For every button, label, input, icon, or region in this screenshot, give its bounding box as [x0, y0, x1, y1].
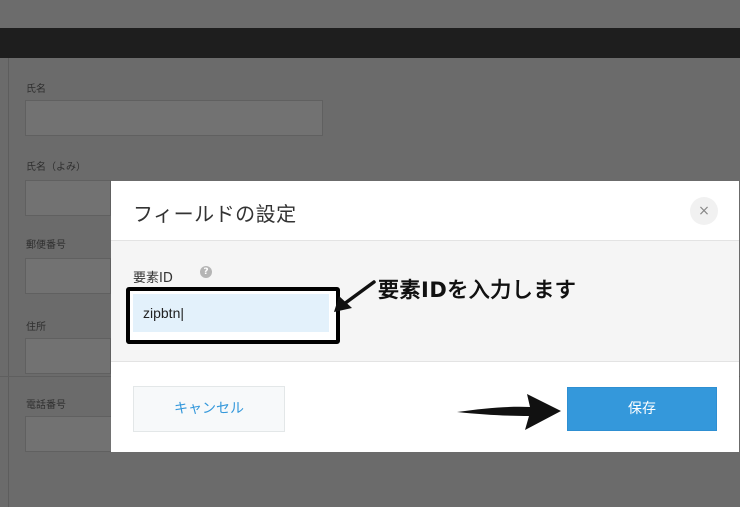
save-button[interactable]: 保存: [567, 387, 717, 431]
form-label-postal-code: 郵便番号: [26, 240, 66, 251]
element-id-label: 要素ID: [133, 271, 173, 286]
annotation-text: 要素IDを入力します: [378, 278, 577, 302]
form-input-name: [25, 100, 323, 136]
close-icon[interactable]: ×: [690, 197, 718, 225]
cancel-button[interactable]: キャンセル: [133, 386, 285, 432]
dialog-footer: キャンセル 保存: [111, 362, 739, 452]
help-icon[interactable]: ?: [200, 266, 212, 278]
annotation-arrow-to-save: [457, 394, 561, 430]
form-label-phone: 電話番号: [26, 400, 66, 411]
annotation-arrow-to-input: [334, 280, 376, 312]
form-input-postal-code: [25, 258, 111, 294]
field-settings-dialog: フィールドの設定 × 要素ID ? キャンセル 保存: [111, 181, 739, 452]
form-input-name-reading: [25, 180, 111, 216]
highlight-box: [126, 287, 340, 344]
top-bar: [0, 0, 740, 28]
element-id-input[interactable]: [133, 294, 329, 332]
form-label-name-reading: 氏名（よみ）: [26, 162, 86, 173]
form-input-address: [25, 338, 111, 374]
header-bar: [0, 28, 740, 58]
form-label-address: 住所: [26, 322, 46, 333]
dialog-title: フィールドの設定: [133, 202, 297, 226]
form-left-border: [8, 58, 9, 507]
dialog-header: フィールドの設定 ×: [111, 181, 739, 241]
form-label-name: 氏名: [26, 84, 46, 95]
